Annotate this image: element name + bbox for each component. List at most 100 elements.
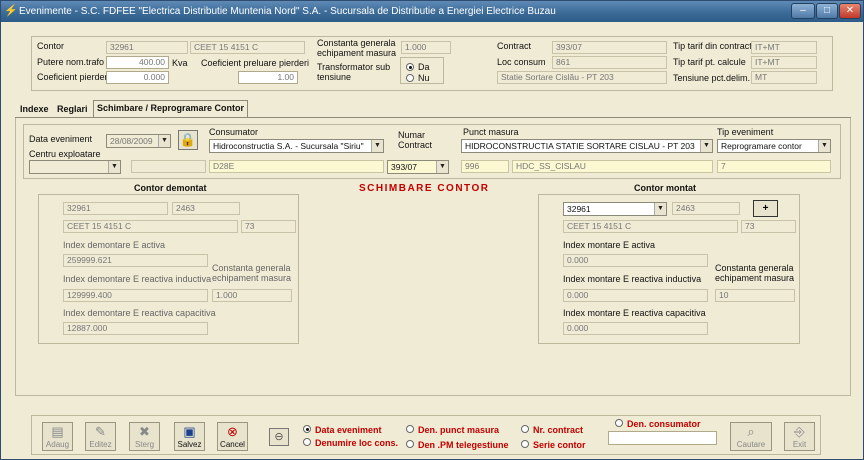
putere-field[interactable]: 400.00: [106, 56, 169, 69]
data-eveniment-label: Data eveniment: [29, 134, 93, 144]
maximize-button[interactable]: □: [816, 3, 838, 19]
putere-unit: Kva: [172, 58, 188, 68]
radio-den-pm-tele[interactable]: [406, 440, 414, 448]
main-window: ⚡ Evenimente - S.C. FDFEE "Electrica Dis…: [0, 0, 864, 460]
tip-eveniment-dropdown[interactable]: Reprogramare contor ▼: [717, 139, 831, 153]
stop-icon[interactable]: ⊖: [269, 428, 289, 446]
add-record-icon: ▤: [51, 424, 64, 439]
tab-reglari[interactable]: Reglari: [54, 102, 91, 118]
consumator-dropdown[interactable]: Hidroconstructia S.A. - Sucursala "Siriu…: [209, 139, 384, 153]
demontat-capacitiva-field[interactable]: 12887.000: [63, 322, 208, 335]
montat-cod-field[interactable]: 2463: [672, 202, 740, 215]
radio-serie-contor[interactable]: [521, 440, 529, 448]
demontat-constanta-field[interactable]: 1.000: [212, 289, 292, 302]
demontat-fab-field[interactable]: 73: [241, 220, 296, 233]
numar-contract-dropdown[interactable]: 393/07 ▼: [387, 160, 449, 174]
chevron-down-icon[interactable]: ▼: [700, 140, 712, 152]
constanta-label: Constanta generala echipament masura: [317, 38, 397, 58]
montat-constanta-label: Constanta generala echipament masura: [715, 263, 795, 283]
search-den-punct-label: Den. punct masura: [418, 425, 500, 435]
tip-tarif-calcule-field[interactable]: IT+MT: [751, 56, 817, 69]
title-bar[interactable]: ⚡ Evenimente - S.C. FDFEE "Electrica Dis…: [1, 1, 863, 22]
minimize-button[interactable]: –: [791, 3, 815, 19]
coef-preluare-field[interactable]: 1.00: [238, 71, 298, 84]
radio-nu[interactable]: [406, 74, 414, 82]
demontat-serie-field[interactable]: CEET 15 4151 C: [63, 220, 238, 233]
salvez-button[interactable]: ▣ Salvez: [174, 422, 205, 451]
centru-dropdown[interactable]: ▼: [29, 160, 121, 174]
lock-icon[interactable]: 🔒: [178, 130, 198, 150]
montat-title: Contor montat: [634, 183, 696, 193]
data-eveniment-picker[interactable]: 28/08/2009 ▼: [106, 134, 171, 148]
demontat-cod-field[interactable]: 2463: [172, 202, 240, 215]
radio-denumire-loc[interactable]: [303, 438, 311, 446]
tip-tarif-contract-field[interactable]: IT+MT: [751, 41, 817, 54]
punct-masura-dropdown[interactable]: HIDROCONSTRUCTIA STATIE SORTARE CISLAU -…: [461, 139, 713, 153]
consumator-value: Hidroconstructia S.A. - Sucursala "Siriu…: [213, 141, 364, 151]
tip-eveniment-value: Reprogramare contor: [721, 141, 802, 151]
contor-label: Contor: [37, 41, 65, 51]
demontat-constanta-label: Constanta generala echipament masura: [212, 263, 292, 283]
demontat-inductiva-field[interactable]: 129999.400: [63, 289, 208, 302]
data-eveniment-value: 28/08/2009: [110, 136, 153, 146]
demontat-activa-field[interactable]: 259999.621: [63, 254, 208, 267]
tip-code-field[interactable]: 7: [717, 160, 831, 173]
loc-consum-name-field[interactable]: Statie Sortare Cislău - PT 203: [497, 71, 667, 84]
exit-door-icon: ⎆: [794, 424, 805, 439]
edit-icon: ✎: [95, 424, 106, 439]
punct-name-field[interactable]: HDC_SS_CISLAU: [512, 160, 713, 173]
radio-den-punct[interactable]: [406, 425, 414, 433]
chevron-down-icon[interactable]: ▼: [108, 161, 120, 173]
search-input[interactable]: [608, 431, 717, 445]
sterg-button[interactable]: ✖ Sterg: [129, 422, 160, 451]
montat-nr-dropdown[interactable]: 32961 ▼: [563, 202, 667, 216]
tab-schimbare[interactable]: Schimbare / Reprogramare Contor: [93, 100, 249, 117]
sterg-label: Sterg: [134, 440, 155, 449]
cancel-icon: ⊗: [227, 424, 238, 439]
coef-pierderi-field[interactable]: 0.000: [106, 71, 169, 84]
radio-data-eveniment[interactable]: [303, 425, 311, 433]
consumator-code-field[interactable]: D28E: [209, 160, 384, 173]
exit-button[interactable]: ⎆ Exit: [784, 422, 815, 451]
demontat-nr-field[interactable]: 32961: [63, 202, 168, 215]
radio-den-consumator[interactable]: [615, 419, 623, 427]
montat-inductiva-field[interactable]: 0.000: [563, 289, 708, 302]
close-button[interactable]: ✕: [839, 3, 861, 19]
search-icon: ⌕: [747, 424, 755, 439]
montat-capacitiva-field[interactable]: 0.000: [563, 322, 708, 335]
contor-field[interactable]: 32961: [106, 41, 188, 54]
centru-code-field[interactable]: [131, 160, 206, 173]
contract-field[interactable]: 393/07: [552, 41, 667, 54]
tip-tarif-calcule-label: Tip tarif pt. calcule: [673, 57, 746, 67]
salvez-label: Salvez: [177, 440, 202, 449]
constanta-field[interactable]: 1.000: [401, 41, 451, 54]
search-serie-contor-label: Serie contor: [533, 440, 586, 450]
contor-serie-field[interactable]: CEET 15 4151 C: [190, 41, 305, 54]
punct-masura-value: HIDROCONSTRUCTIA STATIE SORTARE CISLAU -…: [465, 141, 695, 151]
loc-consum-label: Loc consum: [497, 57, 546, 67]
numar-contract-value: 393/07: [391, 162, 417, 172]
radio-da[interactable]: [406, 63, 414, 71]
chevron-down-icon[interactable]: ▼: [158, 135, 170, 147]
editez-button[interactable]: ✎ Editez: [85, 422, 116, 451]
montat-activa-field[interactable]: 0.000: [563, 254, 708, 267]
tab-indexe[interactable]: Indexe: [17, 102, 52, 118]
chevron-down-icon[interactable]: ▼: [436, 161, 448, 173]
adaug-button[interactable]: ▤ Adaug: [42, 422, 73, 451]
montat-constanta-field[interactable]: 10: [715, 289, 795, 302]
loc-consum-field[interactable]: 861: [552, 56, 667, 69]
chevron-down-icon[interactable]: ▼: [371, 140, 383, 152]
chevron-down-icon[interactable]: ▼: [654, 203, 666, 215]
cautare-button[interactable]: ⌕ Cautare: [730, 422, 772, 451]
montat-serie-field[interactable]: CEET 15 4151 C: [563, 220, 738, 233]
radio-nr-contract[interactable]: [521, 425, 529, 433]
add-contor-button[interactable]: +: [753, 200, 778, 217]
punct-code-field[interactable]: 996: [461, 160, 509, 173]
chevron-down-icon[interactable]: ▼: [818, 140, 830, 152]
tensiune-field[interactable]: MT: [751, 71, 817, 84]
search-denumire-loc-label: Denumire loc cons.: [315, 438, 399, 448]
montat-nr-value: 32961: [567, 204, 591, 214]
montat-fab-field[interactable]: 73: [741, 220, 796, 233]
consumator-label: Consumator: [209, 127, 259, 137]
cancel-button[interactable]: ⊗ Cancel: [217, 422, 248, 451]
